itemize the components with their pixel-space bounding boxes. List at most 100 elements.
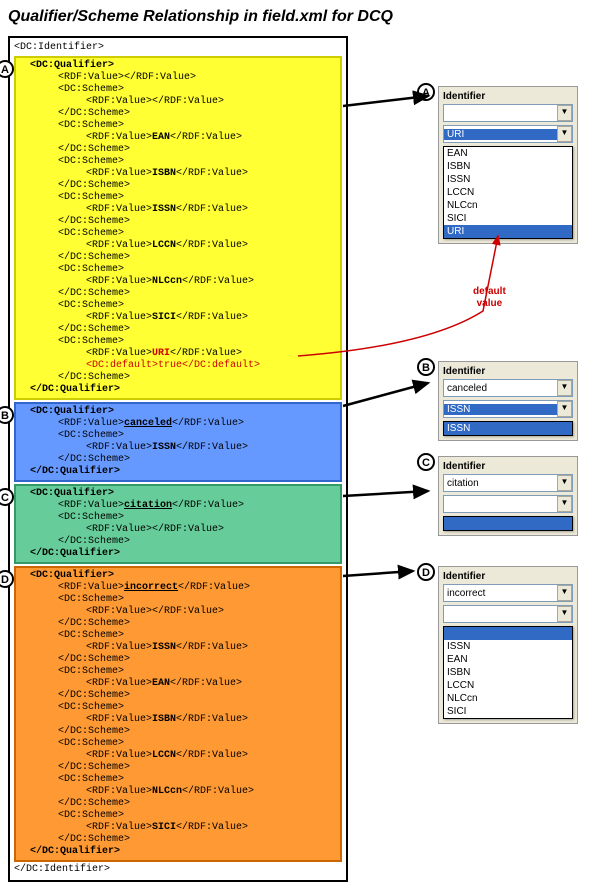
scheme-close: </DC:Scheme> [18,618,336,630]
rdf-value: <RDF:Value>URI</RDF:Value> [18,348,336,360]
rdf-value: <RDF:Value>canceled</RDF:Value> [18,418,336,430]
chevron-down-icon[interactable]: ▼ [557,380,572,396]
chevron-down-icon[interactable]: ▼ [557,496,572,512]
scheme-open: <DC:Scheme> [18,430,336,442]
scheme-combo[interactable]: ▼ [443,495,573,513]
scheme-close: </DC:Scheme> [18,536,336,548]
scheme-close: </DC:Scheme> [18,726,336,738]
rdf-value: <RDF:Value>SICI</RDF:Value> [18,312,336,324]
scheme-open: <DC:Scheme> [18,156,336,168]
scheme-open: <DC:Scheme> [18,300,336,312]
panel-badge-d: D [417,563,435,581]
qualifier-open: <DC:Qualifier> [18,488,336,500]
rdf-value: <RDF:Value></RDF:Value> [18,72,336,84]
identifier-label: Identifier [443,571,573,582]
dropdown-item[interactable]: ISSN [444,422,572,435]
page-title: Qualifier/Scheme Relationship in field.x… [8,8,589,26]
scheme-dropdown[interactable]: ISSN [443,421,573,436]
badge-c: C [0,488,14,506]
qualifier-block-c: C <DC:Qualifier> <RDF:Value>citation</RD… [14,484,342,564]
dropdown-item[interactable] [444,627,572,640]
scheme-combo[interactable]: ISSN ▼ [443,400,573,418]
scheme-open: <DC:Scheme> [18,336,336,348]
scheme-open: <DC:Scheme> [18,810,336,822]
rdf-value: <RDF:Value>LCCN</RDF:Value> [18,240,336,252]
scheme-close: </DC:Scheme> [18,180,336,192]
dropdown-item[interactable]: SICI [444,212,572,225]
chevron-down-icon[interactable]: ▼ [557,105,572,121]
scheme-open: <DC:Scheme> [18,702,336,714]
scheme-close: </DC:Scheme> [18,654,336,666]
rdf-value: <RDF:Value>ISBN</RDF:Value> [18,168,336,180]
rdf-value: <RDF:Value></RDF:Value> [18,524,336,536]
badge-b: B [0,406,14,424]
scheme-close: </DC:Scheme> [18,762,336,774]
scheme-combo[interactable]: URI ▼ [443,125,573,143]
identifier-label: Identifier [443,366,573,377]
dropdown-item[interactable]: URI [444,225,572,238]
dropdown-item[interactable]: LCCN [444,186,572,199]
identifier-open: <DC:Identifier> [14,42,342,54]
dropdown-item[interactable] [444,517,572,530]
scheme-open: <DC:Scheme> [18,594,336,606]
rdf-value: <RDF:Value>SICI</RDF:Value> [18,822,336,834]
dropdown-item[interactable]: SICI [444,705,572,718]
dropdown-item[interactable]: ISSN [444,173,572,186]
scheme-open: <DC:Scheme> [18,228,336,240]
dropdown-item[interactable]: NLCcn [444,692,572,705]
rdf-value: <RDF:Value></RDF:Value> [18,96,336,108]
qualifier-close: </DC:Qualifier> [18,466,336,478]
qualifier-open: <DC:Qualifier> [18,406,336,418]
identifier-close: </DC:Identifier> [14,864,342,876]
chevron-down-icon[interactable]: ▼ [557,126,572,142]
qualifier-combo[interactable]: ▼ [443,104,573,122]
dropdown-item[interactable]: ISSN [444,640,572,653]
chevron-down-icon[interactable]: ▼ [557,401,572,417]
rdf-value: <RDF:Value>EAN</RDF:Value> [18,132,336,144]
scheme-dropdown[interactable]: ISSN EAN ISBN LCCN NLCcn SICI [443,626,573,719]
panel-badge-b: B [417,358,435,376]
scheme-close: </DC:Scheme> [18,144,336,156]
rdf-value: <RDF:Value>ISSN</RDF:Value> [18,204,336,216]
chevron-down-icon[interactable]: ▼ [557,585,572,601]
default-value: <DC:default>true</DC:default> [18,360,336,372]
dropdown-item[interactable]: NLCcn [444,199,572,212]
qualifier-block-a: A <DC:Qualifier> <RDF:Value></RDF:Value>… [14,56,342,400]
panel-d: D Identifier incorrect ▼ ▼ ISSN EAN ISBN… [438,566,578,724]
dropdown-item[interactable]: EAN [444,147,572,160]
panel-c: C Identifier citation ▼ ▼ [438,456,578,536]
qualifier-open: <DC:Qualifier> [18,570,336,582]
chevron-down-icon[interactable]: ▼ [557,475,572,491]
scheme-open: <DC:Scheme> [18,120,336,132]
scheme-open: <DC:Scheme> [18,738,336,750]
rdf-value: <RDF:Value>NLCcn</RDF:Value> [18,276,336,288]
panel-b: B Identifier canceled ▼ ISSN ▼ ISSN [438,361,578,441]
panel-badge-c: C [417,453,435,471]
scheme-close: </DC:Scheme> [18,798,336,810]
qualifier-close: </DC:Qualifier> [18,548,336,560]
panel-badge-a: A [417,83,435,101]
scheme-combo[interactable]: ▼ [443,605,573,623]
dropdown-item[interactable]: LCCN [444,679,572,692]
xml-container: <DC:Identifier> A <DC:Qualifier> <RDF:Va… [8,36,348,882]
scheme-close: </DC:Scheme> [18,372,336,384]
scheme-open: <DC:Scheme> [18,774,336,786]
qualifier-close: </DC:Qualifier> [18,846,336,858]
dropdown-item[interactable]: EAN [444,653,572,666]
qualifier-combo[interactable]: citation ▼ [443,474,573,492]
qualifier-block-b: B <DC:Qualifier> <RDF:Value>canceled</RD… [14,402,342,482]
panel-a: A Identifier ▼ URI ▼ EAN ISBN ISSN LCCN … [438,86,578,244]
identifier-label: Identifier [443,91,573,102]
qualifier-combo[interactable]: incorrect ▼ [443,584,573,602]
scheme-open: <DC:Scheme> [18,192,336,204]
scheme-close: </DC:Scheme> [18,834,336,846]
dropdown-item[interactable]: ISBN [444,666,572,679]
scheme-dropdown[interactable]: EAN ISBN ISSN LCCN NLCcn SICI URI [443,146,573,239]
scheme-dropdown[interactable] [443,516,573,531]
scheme-open: <DC:Scheme> [18,264,336,276]
chevron-down-icon[interactable]: ▼ [557,606,572,622]
scheme-close: </DC:Scheme> [18,216,336,228]
scheme-close: </DC:Scheme> [18,324,336,336]
qualifier-combo[interactable]: canceled ▼ [443,379,573,397]
dropdown-item[interactable]: ISBN [444,160,572,173]
